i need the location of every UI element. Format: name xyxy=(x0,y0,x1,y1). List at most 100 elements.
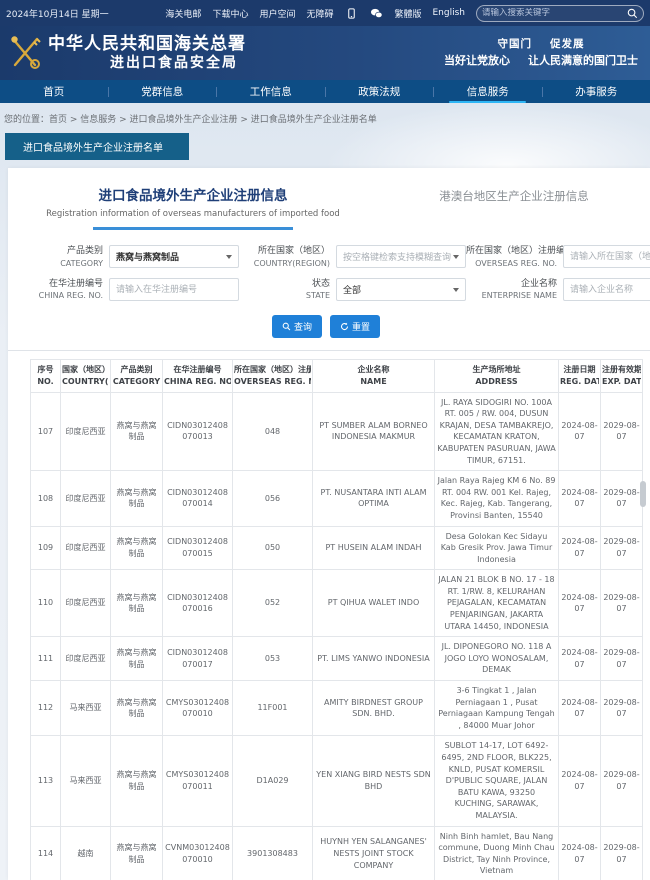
search-button[interactable]: 查询 xyxy=(272,315,322,338)
tab-strip: 进口食品境外生产企业注册信息 Registration information … xyxy=(8,168,650,230)
scrollbar-thumb[interactable] xyxy=(640,481,646,507)
cell-china_reg: CIDN03012408070017 xyxy=(163,637,233,681)
cell-overseas_reg: 048 xyxy=(233,392,313,471)
column-header: 在华注册编号CHINA REG. NO. xyxy=(163,359,233,392)
overseas-reg-label: 所在国家（地区）注册编号 OVERSEAS REG. NO. xyxy=(466,245,563,269)
cell-name: PT. NUSANTARA INTI ALAM OPTIMA xyxy=(313,471,435,526)
tab-hk-mo-tw-registration[interactable]: 港澳台地区生产企业注册信息 xyxy=(378,184,650,230)
nav-item-1[interactable]: 党群信息 xyxy=(109,80,217,103)
nav-item-0[interactable]: 首页 xyxy=(0,80,108,103)
topbar-link[interactable]: 下载中心 xyxy=(212,7,248,20)
cell-no: 111 xyxy=(31,637,61,681)
cell-overseas_reg: 050 xyxy=(233,526,313,570)
cell-reg_date: 2024-08-07 xyxy=(559,570,601,637)
country-select[interactable]: 按空格键检索支持模糊查询 xyxy=(336,245,466,268)
customs-emblem-icon xyxy=(8,33,42,73)
cell-address: Jalan Raya Rajeg KM 6 No. 89 RT. 004 RW.… xyxy=(435,471,559,526)
cell-country: 印度尼西亚 xyxy=(61,471,111,526)
column-header: 企业名称NAME xyxy=(313,359,435,392)
cell-name: HUYNH YEN SALANGANES' NESTS JOINT STOCK … xyxy=(313,826,435,880)
top-utility-bar: 2024年10月14日 星期一 海关电邮下载中心用户空间无障碍 繁體版 Engl… xyxy=(0,0,650,26)
state-select[interactable]: 全部 xyxy=(336,278,466,301)
cell-china_reg: CIDN03012408070013 xyxy=(163,392,233,471)
topbar-link[interactable]: 无障碍 xyxy=(306,7,333,20)
nav-item-2[interactable]: 工作信息 xyxy=(217,80,325,103)
cell-address: JL. RAYA SIDOGIRI NO. 100A RT. 005 / RW.… xyxy=(435,392,559,471)
overseas-reg-input[interactable] xyxy=(563,245,650,268)
cell-overseas_reg: 053 xyxy=(233,637,313,681)
cell-name: AMITY BIRDNEST GROUP SDN. BHD. xyxy=(313,681,435,736)
slogan: 守国门促发展 当好让党放心让人民满意的国门卫士 xyxy=(444,37,642,69)
cell-exp_date: 2029-08-07 xyxy=(601,681,643,736)
chevron-down-icon xyxy=(453,255,459,259)
english-link[interactable]: English xyxy=(433,8,466,18)
china-reg-input[interactable] xyxy=(109,278,239,301)
tab-overseas-registration[interactable]: 进口食品境外生产企业注册信息 Registration information … xyxy=(8,184,378,230)
cell-overseas_reg: 052 xyxy=(233,570,313,637)
tab-title: 进口食品境外生产企业注册信息 xyxy=(8,184,378,204)
refresh-icon xyxy=(340,322,349,331)
reset-button[interactable]: 重置 xyxy=(330,315,380,338)
country-label: 所在国家（地区） COUNTRY(REGION) xyxy=(239,245,336,269)
wechat-icon[interactable] xyxy=(369,8,383,19)
mobile-icon[interactable] xyxy=(344,8,358,19)
cell-exp_date: 2029-08-07 xyxy=(601,471,643,526)
cell-overseas_reg: 056 xyxy=(233,471,313,526)
chevron-down-icon xyxy=(226,255,232,259)
column-header: 注册日期REG. DATE xyxy=(559,359,601,392)
cell-no: 113 xyxy=(31,736,61,826)
org-name-line1: 中华人民共和国海关总署 xyxy=(48,35,246,55)
cell-name: PT QIHUA WALET INDO xyxy=(313,570,435,637)
query-form: 产品类别 CATEGORY 燕窝与燕窝制品 所在国家（地区） COUNTRY(R… xyxy=(8,230,650,338)
table-header-row: 序号NO.国家（地区）COUNTRY(RE...产品类别CATEGORY在华注册… xyxy=(31,359,643,392)
cell-reg_date: 2024-08-07 xyxy=(559,637,601,681)
state-label: 状态 STATE xyxy=(239,278,336,302)
category-label: 产品类别 CATEGORY xyxy=(12,245,109,269)
search-icon[interactable] xyxy=(627,8,638,19)
cell-name: PT HUSEIN ALAM INDAH xyxy=(313,526,435,570)
category-select[interactable]: 燕窝与燕窝制品 xyxy=(109,245,239,268)
cell-no: 109 xyxy=(31,526,61,570)
topbar-link[interactable]: 用户空间 xyxy=(259,7,295,20)
nav-item-4[interactable]: 信息服务 xyxy=(434,80,542,103)
cell-overseas_reg: 11F001 xyxy=(233,681,313,736)
chevron-down-icon xyxy=(453,288,459,292)
table-row: 110印度尼西亚燕窝与燕窝制品CIDN03012408070016052PT Q… xyxy=(31,570,643,637)
cell-exp_date: 2029-08-07 xyxy=(601,392,643,471)
column-header: 生产场所地址ADDRESS xyxy=(435,359,559,392)
cell-country: 马来西亚 xyxy=(61,736,111,826)
topbar-link[interactable]: 海关电邮 xyxy=(165,7,201,20)
cell-name: YEN XIANG BIRD NESTS SDN BHD xyxy=(313,736,435,826)
cell-category: 燕窝与燕窝制品 xyxy=(111,392,163,471)
slogan-text: 促发展 xyxy=(550,38,585,50)
column-header: 注册有效期EXP. DATE xyxy=(601,359,643,392)
main-card: 进口食品境外生产企业注册信息 Registration information … xyxy=(8,168,650,880)
table-row: 114越南燕窝与燕窝制品CVNM030124080700103901308483… xyxy=(31,826,643,880)
cell-address: SUBLOT 14-17, LOT 6492-6495, 2ND FLOOR, … xyxy=(435,736,559,826)
cell-country: 印度尼西亚 xyxy=(61,637,111,681)
enterprise-name-input[interactable] xyxy=(563,278,650,301)
column-header: 序号NO. xyxy=(31,359,61,392)
slogan-text: 当好让党放心 xyxy=(444,54,510,67)
slogan-text: 让人民满意的国门卫士 xyxy=(528,54,638,67)
cell-overseas_reg: 3901308483 xyxy=(233,826,313,880)
traditional-chinese-link[interactable]: 繁體版 xyxy=(394,7,421,20)
nav-item-3[interactable]: 政策法规 xyxy=(326,80,434,103)
cell-country: 印度尼西亚 xyxy=(61,392,111,471)
cell-category: 燕窝与燕窝制品 xyxy=(111,736,163,826)
column-header: 国家（地区）COUNTRY(RE... xyxy=(61,359,111,392)
cell-name: PT. LIMS YANWO INDONESIA xyxy=(313,637,435,681)
cell-address: JALAN 21 BLOK B NO. 17 - 18 RT. 1/RW. 8,… xyxy=(435,570,559,637)
cell-country: 印度尼西亚 xyxy=(61,570,111,637)
section-tab-registration-list[interactable]: 进口食品境外生产企业注册名单 xyxy=(5,133,189,160)
nav-item-5[interactable]: 办事服务 xyxy=(543,80,650,103)
column-header: 产品类别CATEGORY xyxy=(111,359,163,392)
topbar-links: 海关电邮下载中心用户空间无障碍 xyxy=(165,7,333,20)
cell-category: 燕窝与燕窝制品 xyxy=(111,826,163,880)
cell-reg_date: 2024-08-07 xyxy=(559,526,601,570)
cell-exp_date: 2029-08-07 xyxy=(601,570,643,637)
column-header: 所在国家（地区）注册编号OVERSEAS REG. NO. xyxy=(233,359,313,392)
cell-china_reg: CMYS03012408070010 xyxy=(163,681,233,736)
cell-no: 108 xyxy=(31,471,61,526)
site-search-input[interactable] xyxy=(482,8,617,18)
